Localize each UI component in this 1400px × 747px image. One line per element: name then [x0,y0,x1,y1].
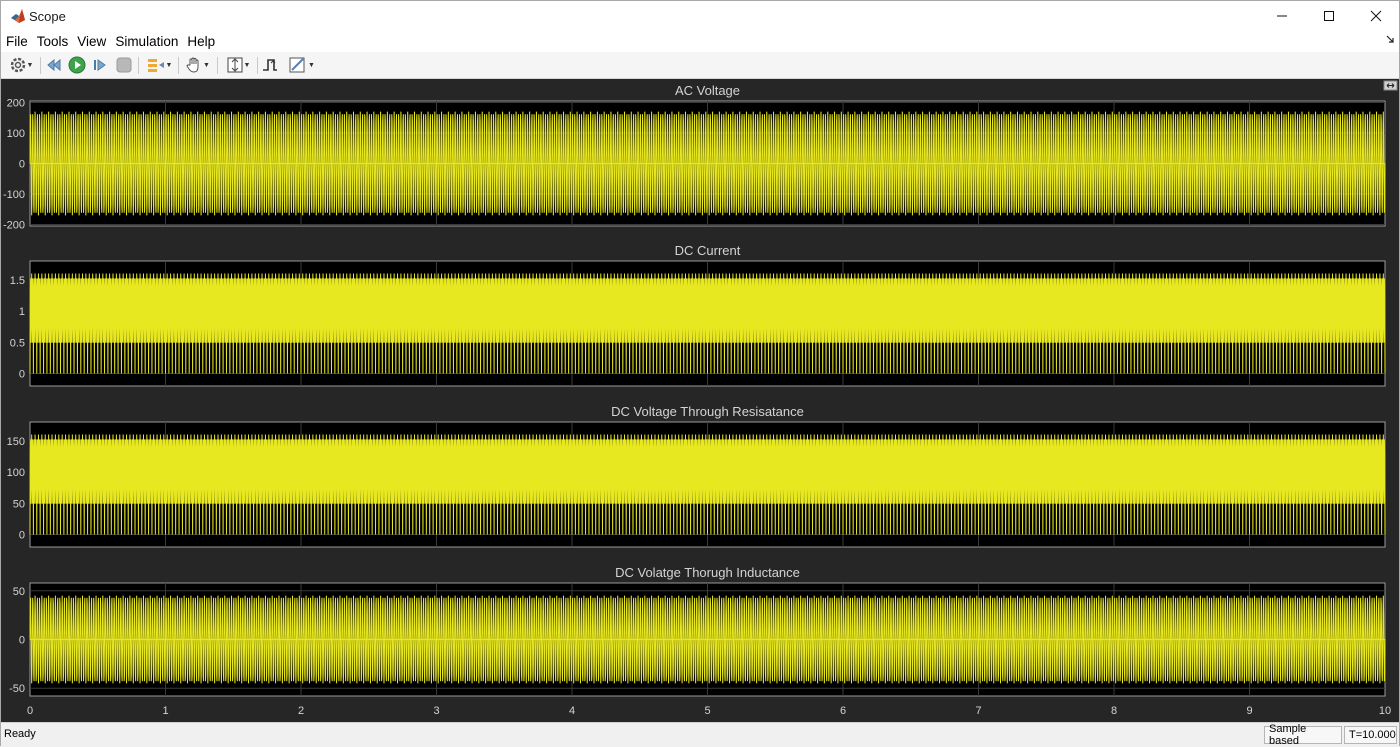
y-tick-label: -50 [9,683,25,695]
triggers-icon [263,59,277,71]
scope-plots[interactable]: 2001000-100-200AC Voltage1.510.50DC Curr… [1,79,1399,722]
scope-panel[interactable] [29,421,1386,548]
scope-display: 200 100 0 -100 -200 AC Voltage 1.5 1 0.5 0 DC Curr… [1,79,1399,722]
menu-file[interactable]: File [2,34,32,49]
highlight-signal-icon [147,59,164,72]
toolbar-separator [178,57,179,74]
status-bar: Ready Sample based T=10.000 [1,722,1399,747]
status-ready: Ready [4,728,36,740]
x-tick-label: 10 [1379,705,1391,717]
y-tick-label: 100 [7,128,25,140]
step-back-icon [47,58,61,72]
close-icon [1370,10,1381,22]
step-back-button[interactable] [44,56,64,74]
y-tick-label: 150 [7,436,25,448]
menu-tools[interactable]: Tools [33,34,73,49]
menu-view[interactable]: View [73,34,110,49]
y-tick-label: 0 [19,369,25,381]
panel-title: DC Voltage Through Resisatance [611,404,804,419]
x-tick-label: 1 [162,705,168,717]
y-tick-label: 0 [19,635,25,647]
undock-icon[interactable] [1385,34,1395,44]
chevron-down-icon: ▼ [243,61,251,69]
matlab-logo-icon [11,9,25,23]
scope-panel[interactable] [29,260,1386,387]
toolbar: ▼ ▼ ▼ ▼ ▼ [1,52,1399,79]
maximize-button[interactable] [1305,1,1352,31]
y-tick-label: -100 [3,189,25,201]
sample-mode-indicator: Sample based [1264,723,1342,747]
y-tick-label: 1.5 [10,275,25,287]
expand-axes-icon[interactable] [1383,80,1398,91]
signal-trace [29,273,1386,374]
scope-panel[interactable] [29,582,1386,697]
chevron-down-icon: ▼ [165,61,173,69]
x-tick-label: 9 [1246,705,1252,717]
scope-panel[interactable] [29,100,1386,227]
y-tick-label: 0 [19,159,25,171]
triggers-button[interactable] [260,56,280,74]
toolbar-separator [257,57,258,74]
x-tick-label: 6 [840,705,846,717]
x-tick-label: 0 [27,705,33,717]
scale-axes-icon [227,57,243,73]
panel-title: AC Voltage [675,83,740,98]
run-icon [68,56,86,74]
measurements-icon [289,57,305,73]
scope-window: Scope File Tools View Simulation Help ▼ … [0,0,1400,747]
minimize-icon [1276,15,1287,17]
pan-icon [186,57,199,73]
y-tick-label: -200 [3,219,25,231]
x-tick-label: 7 [975,705,981,717]
x-tick-label: 8 [1111,705,1117,717]
x-tick-label: 4 [569,705,575,717]
window-title: Scope [29,8,66,24]
y-tick-label: 200 [7,98,25,110]
panel-title: DC Current [675,243,741,258]
pan-button[interactable]: ▼ [181,56,214,74]
minimize-button[interactable] [1258,1,1305,31]
step-forward-icon [94,59,106,71]
chevron-down-icon: ▼ [308,61,315,69]
x-tick-label: 2 [298,705,304,717]
y-tick-label: 50 [13,498,25,510]
measurements-button[interactable]: ▼ [284,56,319,74]
close-button[interactable] [1352,1,1399,31]
y-tick-label: 1 [19,306,25,318]
y-tick-label: 50 [13,586,25,598]
signal-trace [29,434,1386,535]
title-bar: Scope [1,1,1399,31]
highlight-signal-button[interactable]: ▼ [143,56,175,74]
chevron-down-icon: ▼ [203,61,210,69]
simulation-time: T=10.000 [1344,726,1397,744]
step-forward-button[interactable] [90,56,110,74]
settings-icon [10,57,25,73]
menu-help[interactable]: Help [183,34,219,49]
y-tick-label: 0.5 [10,337,25,349]
settings-button[interactable]: ▼ [6,56,36,74]
menu-bar: File Tools View Simulation Help [1,31,1399,52]
panel-title: DC Volatge Thorugh Inductance [615,565,800,580]
run-button[interactable] [67,56,87,74]
toolbar-separator [138,57,139,74]
toolbar-separator [217,57,218,74]
y-tick-label: 100 [7,467,25,479]
stop-icon [116,57,132,73]
maximize-icon [1323,11,1334,21]
stop-button[interactable] [114,56,134,74]
x-tick-label: 5 [704,705,710,717]
menu-simulation[interactable]: Simulation [111,34,182,49]
chevron-down-icon: ▼ [26,61,34,69]
toolbar-separator [40,57,41,74]
x-tick-label: 3 [433,705,439,717]
scale-axes-button[interactable]: ▼ [221,56,255,74]
y-tick-label: 0 [19,530,25,542]
